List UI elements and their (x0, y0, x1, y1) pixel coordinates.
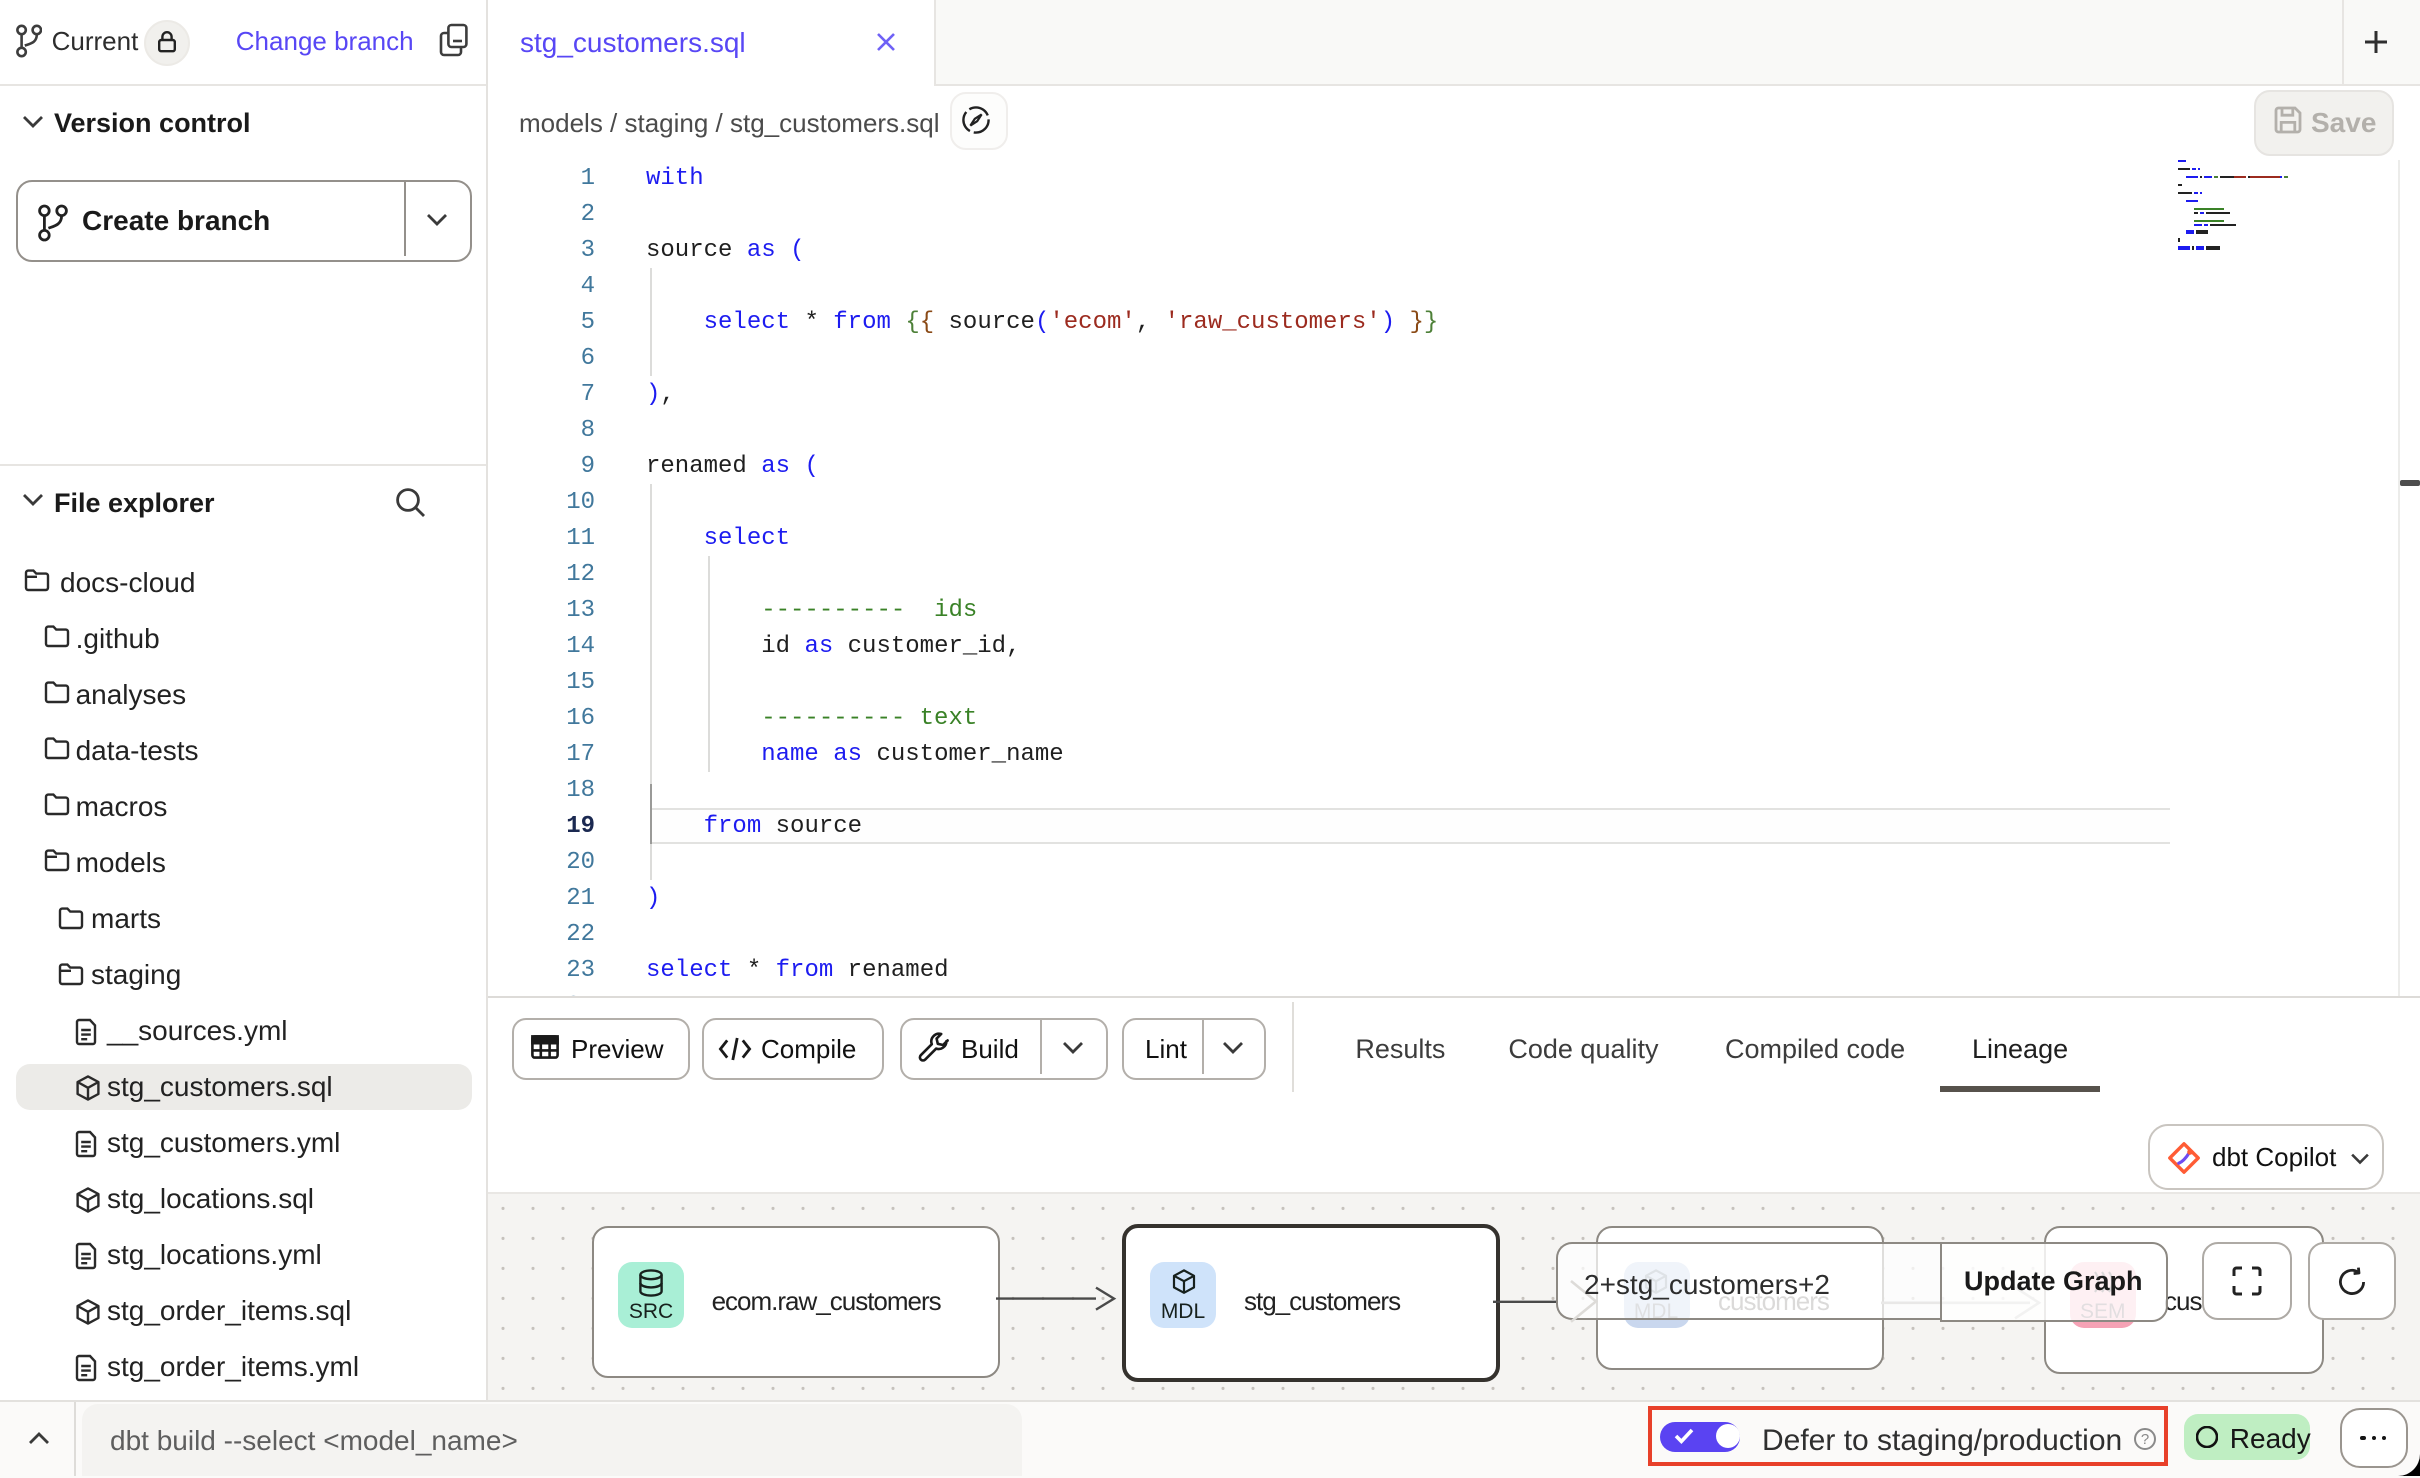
svg-text:?: ? (2141, 1431, 2149, 1448)
